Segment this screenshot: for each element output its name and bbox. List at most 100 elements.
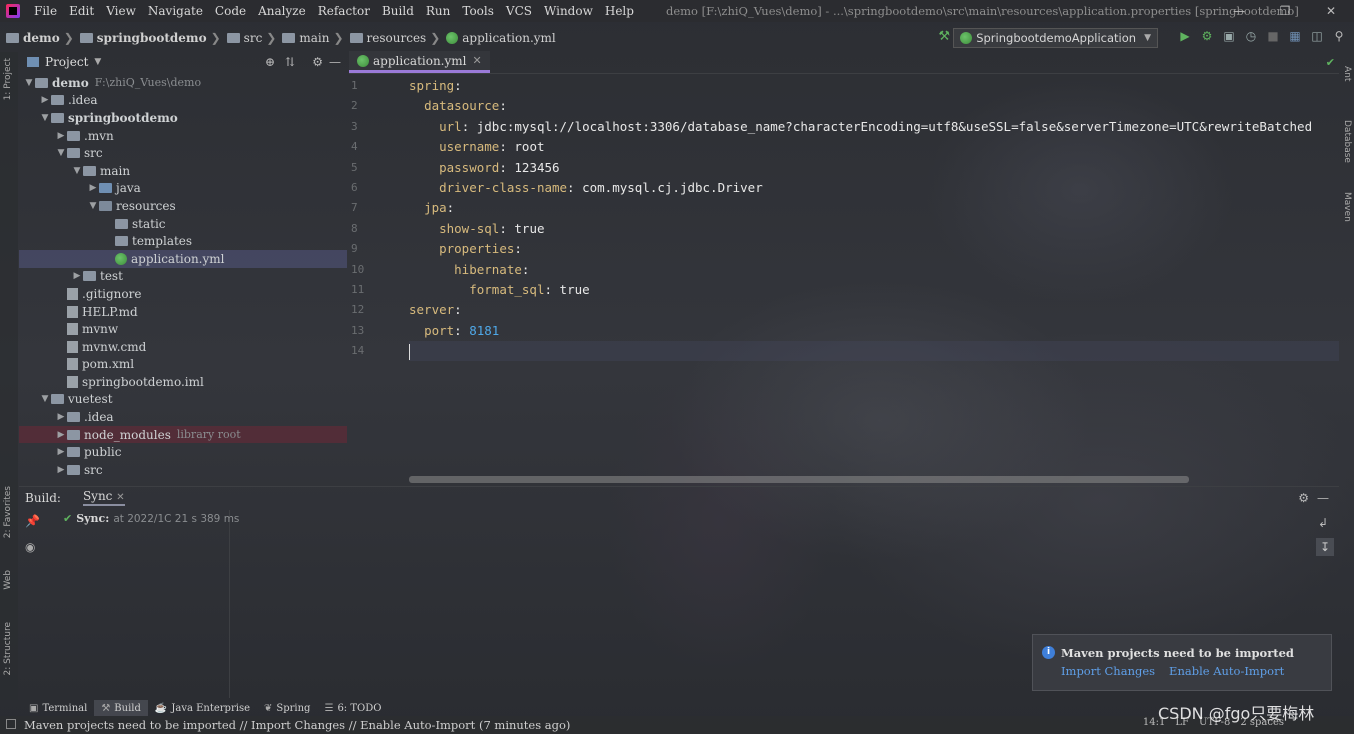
side-tab-maven[interactable]: Maven [1342,192,1352,222]
code-line[interactable]: show-sql: true [409,219,1339,239]
bottom-tab[interactable]: ❦ Spring [257,700,317,716]
menu-view[interactable]: View [100,4,142,18]
status-message[interactable]: Maven projects need to be imported // Im… [24,718,570,732]
bottom-tab[interactable]: ☕ Java Enterprise [148,700,257,716]
menu-refactor[interactable]: Refactor [312,4,376,18]
menu-window[interactable]: Window [538,4,599,18]
tab-application-yml[interactable]: application.yml ✕ [349,51,490,73]
breadcrumb-src[interactable]: src ❯ [226,31,276,45]
close-window-button[interactable]: ✕ [1308,0,1354,22]
menu-run[interactable]: Run [420,4,457,18]
code-editor[interactable]: spring: datasource: url: jdbc:mysql://lo… [409,76,1339,481]
locate-icon[interactable]: ⊕ [265,55,275,69]
tree-item[interactable]: static [19,215,347,233]
breadcrumb-application-yml[interactable]: application.yml [446,31,556,45]
terminal-window-icon[interactable]: ◫ [1310,29,1324,43]
run-configuration-select[interactable]: SpringbootdemoApplication ▼ [953,28,1158,48]
breadcrumb-resources[interactable]: resources ❯ [349,31,440,45]
chevron-right-icon[interactable]: ▶ [87,183,99,193]
coverage-icon[interactable]: ▣ [1222,29,1236,43]
menu-help[interactable]: Help [599,4,640,18]
chevron-right-icon[interactable]: ▶ [39,95,51,105]
side-tab-favorites[interactable]: 2: Favorites [3,486,13,538]
breadcrumb-main[interactable]: main ❯ [282,31,344,45]
soft-wrap-icon[interactable]: ↲ [1318,516,1328,530]
collapse-all-icon[interactable]: ⇅ [285,55,295,69]
menu-file[interactable]: File [28,4,63,18]
code-line[interactable]: jpa: [409,198,1339,218]
pin-icon[interactable]: 📌 [25,514,40,528]
import-changes-link[interactable]: Import Changes [1061,664,1155,678]
bottom-tab[interactable]: ☰ 6: TODO [317,700,388,716]
side-tab-ant[interactable]: Ant [1342,66,1352,81]
code-line[interactable]: username: root [409,137,1339,157]
menu-tools[interactable]: Tools [456,4,500,18]
tree-item[interactable]: springbootdemo.iml [19,373,347,391]
tree-item[interactable]: templates [19,232,347,250]
tab-sync[interactable]: Sync ✕ [82,489,125,506]
code-line[interactable]: spring: [409,76,1339,96]
tree-item[interactable]: ▼ demo F:\zhiQ_Vues\demo [19,74,347,92]
tree-item[interactable]: mvnw [19,320,347,338]
tool-windows-icon[interactable] [6,719,16,729]
hide-panel-icon[interactable]: — [1317,491,1329,505]
tree-item[interactable]: ▼ springbootdemo [19,109,347,127]
chevron-right-icon[interactable]: ▶ [71,271,83,281]
chevron-down-icon[interactable]: ▼ [23,78,35,88]
tree-item[interactable]: pom.xml [19,356,347,374]
code-line[interactable]: password: 123456 [409,158,1339,178]
chevron-right-icon[interactable]: ▶ [55,465,67,475]
code-line[interactable]: port: 8181 [409,321,1339,341]
menu-vcs[interactable]: VCS [500,4,538,18]
horizontal-scrollbar[interactable] [409,476,1189,483]
tree-item[interactable]: ▼ vuetest [19,391,347,409]
chevron-down-icon[interactable]: ▼ [87,201,99,211]
menu-analyze[interactable]: Analyze [252,4,312,18]
project-structure-icon[interactable]: ▦ [1288,29,1302,43]
chevron-right-icon[interactable]: ▶ [55,412,67,422]
profile-icon[interactable]: ◷ [1244,29,1258,43]
close-tab-icon[interactable]: ✕ [116,492,124,503]
side-tab-database[interactable]: Database [1342,120,1352,163]
stop-icon[interactable]: ■ [1266,29,1280,43]
tree-item[interactable]: ▼ main [19,162,347,180]
code-line[interactable]: hibernate: [409,260,1339,280]
code-line[interactable]: url: jdbc:mysql://localhost:3306/databas… [409,117,1339,137]
tree-item[interactable]: ▶ node_modules library root [19,425,347,444]
tree-item[interactable]: .gitignore [19,285,347,303]
code-line[interactable]: format_sql: true [409,280,1339,300]
menu-edit[interactable]: Edit [63,4,100,18]
chevron-down-icon[interactable]: ▼ [94,57,101,67]
chevron-down-icon[interactable]: ▼ [39,113,51,123]
breadcrumb-demo[interactable]: demo ❯ [6,31,74,45]
bottom-tab[interactable]: ▣ Terminal [22,700,94,716]
menu-build[interactable]: Build [376,4,420,18]
code-line[interactable]: properties: [409,239,1339,259]
tree-item[interactable]: application.yml [19,249,347,268]
tree-item[interactable]: HELP.md [19,303,347,321]
inspection-ok-icon[interactable]: ✔ [1326,56,1335,69]
search-icon[interactable]: ⚲ [1332,29,1346,43]
side-tab-structure[interactable]: 2: Structure [3,622,13,676]
tree-item[interactable]: ▶ .mvn [19,127,347,145]
hammer-build-icon[interactable]: ⚒ [938,29,950,44]
run-icon[interactable]: ▶ [1178,29,1192,43]
code-line[interactable] [409,341,1339,362]
bottom-tab[interactable]: ⚒ Build [94,700,148,716]
minimize-button[interactable]: — [1216,0,1262,22]
chevron-right-icon[interactable]: ▶ [55,447,67,457]
tree-item[interactable]: mvnw.cmd [19,338,347,356]
side-tab-web[interactable]: Web [3,570,13,590]
tree-item[interactable]: ▶ public [19,443,347,461]
menu-navigate[interactable]: Navigate [142,4,209,18]
side-tab-project[interactable]: 1: Project [3,58,13,100]
menu-code[interactable]: Code [209,4,252,18]
tree-item[interactable]: ▼ src [19,144,347,162]
tree-item[interactable]: ▶ java [19,180,347,198]
tree-item[interactable]: ▶ .idea [19,408,347,426]
eye-icon[interactable]: ◉ [25,540,35,554]
project-panel-title[interactable]: Project [45,55,88,69]
scroll-to-end-icon[interactable]: ↧ [1316,538,1334,556]
code-line[interactable]: driver-class-name: com.mysql.cj.jdbc.Dri… [409,178,1339,198]
close-tab-icon[interactable]: ✕ [473,54,482,67]
